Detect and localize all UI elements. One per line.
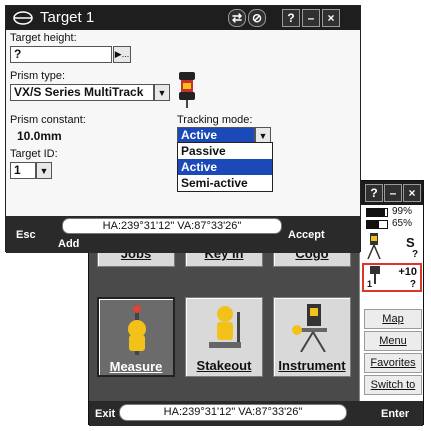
battery-icon xyxy=(366,208,388,217)
instrument-status-q: ? xyxy=(412,249,419,260)
tile-instrument[interactable]: Instrument xyxy=(273,297,351,377)
chevron-down-icon[interactable]: ▼ xyxy=(154,84,170,101)
target-offset-value: +10 xyxy=(398,266,417,278)
esc-button[interactable]: Esc xyxy=(16,229,36,241)
target-status-box[interactable]: +10 1 ? xyxy=(362,263,422,292)
measure-icon xyxy=(128,305,146,355)
target-id-label: Target ID: xyxy=(10,148,58,160)
prism-constant-label: Prism constant: xyxy=(10,114,86,126)
target-height-input[interactable]: ? xyxy=(10,46,112,63)
tracking-option-passive[interactable]: Passive xyxy=(178,143,272,159)
exit-button[interactable]: Exit xyxy=(95,408,115,420)
menu-button[interactable]: Menu xyxy=(364,331,422,351)
minimize-button[interactable]: – xyxy=(302,9,320,27)
favorites-button[interactable]: Favorites xyxy=(364,353,422,373)
dialog-titlebar: Target 1 ⇄ ⊘ ? – × xyxy=(6,6,360,30)
dialog-footer: Esc HA:239°31'12" VA:87°33'26" Add Accep… xyxy=(6,216,360,253)
minimize-button[interactable]: – xyxy=(384,184,402,202)
battery-2-level: 65% xyxy=(392,218,413,229)
tracking-option-semi-active[interactable]: Semi-active xyxy=(178,175,272,191)
instrument-icon xyxy=(292,304,327,352)
help-button[interactable]: ? xyxy=(282,9,300,27)
target-id-select[interactable]: 1 xyxy=(10,162,36,179)
dialog-title: Target 1 xyxy=(40,9,95,26)
battery-1-level: 99% xyxy=(392,206,413,217)
tracking-mode-label: Tracking mode: xyxy=(177,114,253,126)
target-id-value: 1 xyxy=(367,279,373,289)
tile-stakeout[interactable]: Stakeout xyxy=(185,297,263,377)
swap-icon[interactable]: ⇄ xyxy=(228,9,246,27)
instrument-status-icon[interactable] xyxy=(366,233,382,259)
target-height-label: Target height: xyxy=(10,32,77,44)
close-button[interactable]: × xyxy=(322,9,340,27)
map-button[interactable]: Map xyxy=(364,309,422,329)
status-bar: 99% 65% S ? +10 1 ? Map Menu Favorites S… xyxy=(359,205,423,401)
circle-slash-icon[interactable]: ⊘ xyxy=(248,9,266,27)
instrument-status-s: S xyxy=(406,235,415,250)
hava-readout: HA:239°31'12" VA:87°33'26" xyxy=(119,404,347,421)
target-status-q: ? xyxy=(409,279,416,290)
prism-type-label: Prism type: xyxy=(10,70,66,82)
tile-measure[interactable]: Measure xyxy=(97,297,175,377)
stakeout-icon xyxy=(209,306,241,348)
chevron-down-icon[interactable]: ▼ xyxy=(36,162,52,179)
battery-icon xyxy=(366,220,388,229)
add-button[interactable]: Add xyxy=(58,238,79,250)
trimble-logo-icon xyxy=(13,11,33,25)
tracking-option-active[interactable]: Active xyxy=(178,159,272,175)
help-button[interactable]: ? xyxy=(365,184,383,202)
close-button[interactable]: × xyxy=(403,184,421,202)
accept-button[interactable]: Accept xyxy=(288,229,325,241)
main-menu-footer: Exit HA:239°31'12" VA:87°33'26" Enter xyxy=(89,401,423,426)
tracking-mode-dropdown: Passive Active Semi-active xyxy=(177,142,273,192)
target-height-menu-button[interactable]: ▶... xyxy=(113,46,131,63)
target-dialog: Target 1 ⇄ ⊘ ? – × Target height: ? ▶...… xyxy=(5,5,361,253)
prism-constant-value: 10.0mm xyxy=(17,129,62,143)
prism-image xyxy=(179,72,195,108)
enter-button[interactable]: Enter xyxy=(381,408,409,420)
switch-to-button[interactable]: Switch to xyxy=(364,375,422,395)
prism-type-select[interactable]: VX/S Series MultiTrack xyxy=(10,84,154,101)
hava-readout: HA:239°31'12" VA:87°33'26" xyxy=(62,218,282,234)
